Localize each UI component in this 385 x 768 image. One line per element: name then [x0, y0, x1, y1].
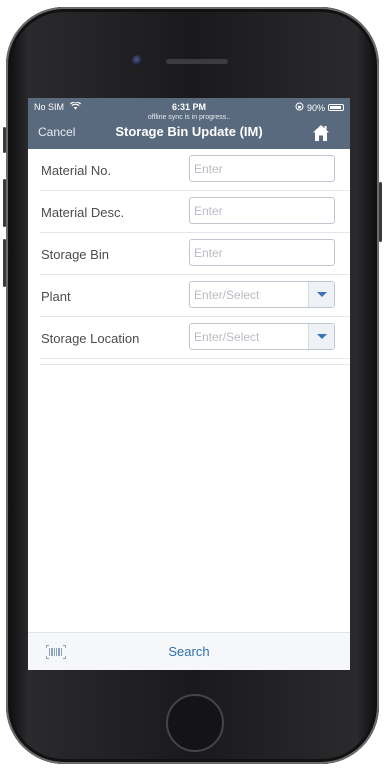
form-row-storage-bin: Storage Bin Enter: [40, 233, 350, 275]
storage-bin-input[interactable]: Enter: [189, 239, 335, 266]
field-label: Material Desc.: [41, 205, 125, 220]
form-row-plant: Plant Enter/Select: [40, 275, 350, 317]
form-row-material-no: Material No. Enter: [40, 149, 350, 191]
header-bar: No SIM 6:31 PM 90% offline sync is in pr…: [28, 98, 350, 149]
home-button[interactable]: [166, 694, 224, 752]
power-button: [379, 182, 382, 242]
sync-note: offline sync is in progress..: [147, 114, 231, 121]
volume-up-button: [3, 179, 6, 227]
material-desc-input[interactable]: Enter: [189, 197, 335, 224]
mute-switch: [3, 127, 6, 153]
plant-dropdown-button[interactable]: [308, 282, 334, 307]
page-title: Storage Bin Update (IM): [115, 124, 263, 139]
front-camera: [132, 55, 143, 66]
field-label: Storage Bin: [41, 247, 109, 262]
field-label: Plant: [41, 289, 71, 304]
search-form: Material No. Enter Material Desc. Enter …: [28, 149, 350, 365]
form-divider: [40, 359, 350, 365]
volume-down-button: [3, 239, 6, 287]
storage-location-select[interactable]: Enter/Select: [189, 323, 335, 350]
lock-rotation-icon: [295, 102, 304, 113]
search-button[interactable]: Search: [28, 644, 350, 659]
app-screen: No SIM 6:31 PM 90% offline sync is in pr…: [28, 98, 350, 670]
earpiece-speaker: [166, 59, 228, 64]
plant-select[interactable]: Enter/Select: [189, 281, 335, 308]
chevron-down-icon: [316, 334, 327, 339]
home-icon[interactable]: [312, 124, 330, 142]
field-label: Material No.: [41, 163, 112, 178]
form-row-storage-location: Storage Location Enter/Select: [40, 317, 350, 359]
storage-location-placeholder: Enter/Select: [194, 330, 260, 344]
chevron-down-icon: [316, 292, 327, 297]
material-no-input[interactable]: Enter: [189, 155, 335, 182]
battery-percent: 90%: [306, 102, 325, 113]
bottom-toolbar: Search: [28, 632, 350, 670]
status-right: 90%: [295, 102, 344, 113]
storage-location-dropdown-button[interactable]: [308, 324, 334, 349]
plant-placeholder: Enter/Select: [194, 288, 260, 302]
battery-icon: [328, 104, 344, 111]
field-label: Storage Location: [41, 331, 140, 346]
form-row-material-desc: Material Desc. Enter: [40, 191, 350, 233]
